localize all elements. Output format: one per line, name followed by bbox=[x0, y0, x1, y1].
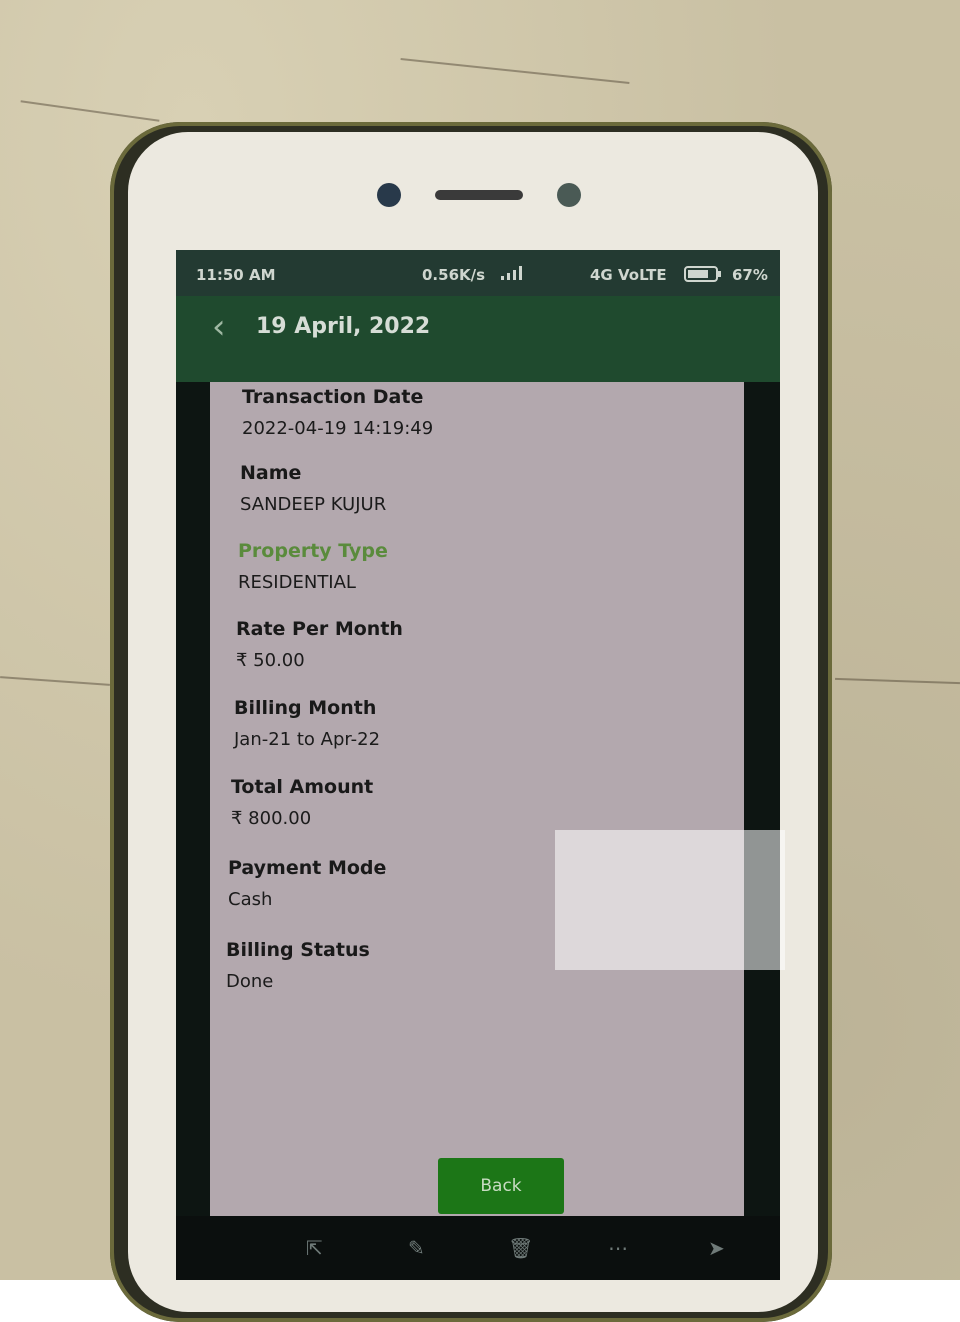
status-time: 11:50 AM bbox=[196, 266, 276, 284]
surface-crack bbox=[20, 100, 160, 122]
billing-month-field: Billing Month Jan-21 to Apr-22 bbox=[234, 697, 380, 750]
edit-icon[interactable]: ✎ bbox=[408, 1236, 425, 1260]
total-amount-label: Total Amount bbox=[231, 776, 374, 798]
send-icon[interactable]: ➤ bbox=[708, 1236, 725, 1260]
billing-status-field: Billing Status Done bbox=[226, 939, 370, 992]
name-label: Name bbox=[240, 462, 302, 484]
rate-per-month-label: Rate Per Month bbox=[236, 618, 403, 640]
transaction-date-label: Transaction Date bbox=[242, 386, 424, 408]
transaction-date-field: Transaction Date 2022-04-19 14:19:49 bbox=[242, 386, 433, 439]
sensor bbox=[557, 183, 581, 207]
transaction-date-value: 2022-04-19 14:19:49 bbox=[242, 418, 434, 439]
total-amount-value: ₹ 800.00 bbox=[231, 808, 312, 829]
total-amount-field: Total Amount ₹ 800.00 bbox=[231, 776, 373, 829]
phone-screen: 11:50 AM 0.56K/s 4G VoLTE 67% ‹ 19 April… bbox=[176, 250, 780, 1280]
back-button[interactable]: Back bbox=[438, 1158, 564, 1214]
earpiece bbox=[435, 190, 523, 200]
payment-mode-value: Cash bbox=[228, 889, 273, 910]
transaction-details-dialog: Transaction Date 2022-04-19 14:19:49 Nam… bbox=[210, 382, 744, 1216]
delete-icon[interactable]: 🗑 bbox=[508, 1236, 533, 1260]
property-type-label: Property Type bbox=[238, 540, 388, 562]
billing-month-value: Jan-21 to Apr-22 bbox=[234, 729, 381, 750]
surface-crack bbox=[835, 677, 960, 685]
name-value: SANDEEP KUJUR bbox=[240, 494, 387, 515]
billing-status-value: Done bbox=[226, 971, 274, 992]
property-type-field: Property Type RESIDENTIAL bbox=[238, 540, 388, 593]
app-header: ‹ 19 April, 2022 bbox=[176, 296, 780, 382]
status-speed: 0.56K/s bbox=[422, 266, 486, 284]
surface-crack bbox=[400, 57, 630, 85]
screen-glare bbox=[555, 830, 785, 970]
name-field: Name SANDEEP KUJUR bbox=[240, 462, 386, 515]
status-battery: 67% bbox=[732, 266, 768, 284]
billing-status-label: Billing Status bbox=[226, 939, 370, 961]
property-type-value: RESIDENTIAL bbox=[238, 572, 356, 593]
header-date: 19 April, 2022 bbox=[256, 314, 431, 339]
status-network: 4G VoLTE bbox=[590, 266, 667, 284]
status-bar: 11:50 AM 0.56K/s 4G VoLTE 67% bbox=[176, 250, 780, 296]
payment-mode-field: Payment Mode Cash bbox=[228, 857, 386, 910]
battery-icon bbox=[684, 266, 722, 286]
chevron-left-icon[interactable]: ‹ bbox=[212, 310, 226, 344]
more-icon[interactable]: ⋯ bbox=[608, 1236, 628, 1260]
share-icon[interactable]: ⇱ bbox=[306, 1236, 323, 1260]
signal-icon bbox=[501, 266, 523, 284]
surface-crack bbox=[0, 676, 110, 686]
billing-month-label: Billing Month bbox=[234, 697, 377, 719]
rate-per-month-field: Rate Per Month ₹ 50.00 bbox=[236, 618, 403, 671]
payment-mode-label: Payment Mode bbox=[228, 857, 387, 879]
rate-per-month-value: ₹ 50.00 bbox=[236, 650, 305, 671]
front-camera bbox=[377, 183, 401, 207]
bottom-action-bar: ⇱ ✎ 🗑 ⋯ ➤ bbox=[176, 1216, 780, 1280]
